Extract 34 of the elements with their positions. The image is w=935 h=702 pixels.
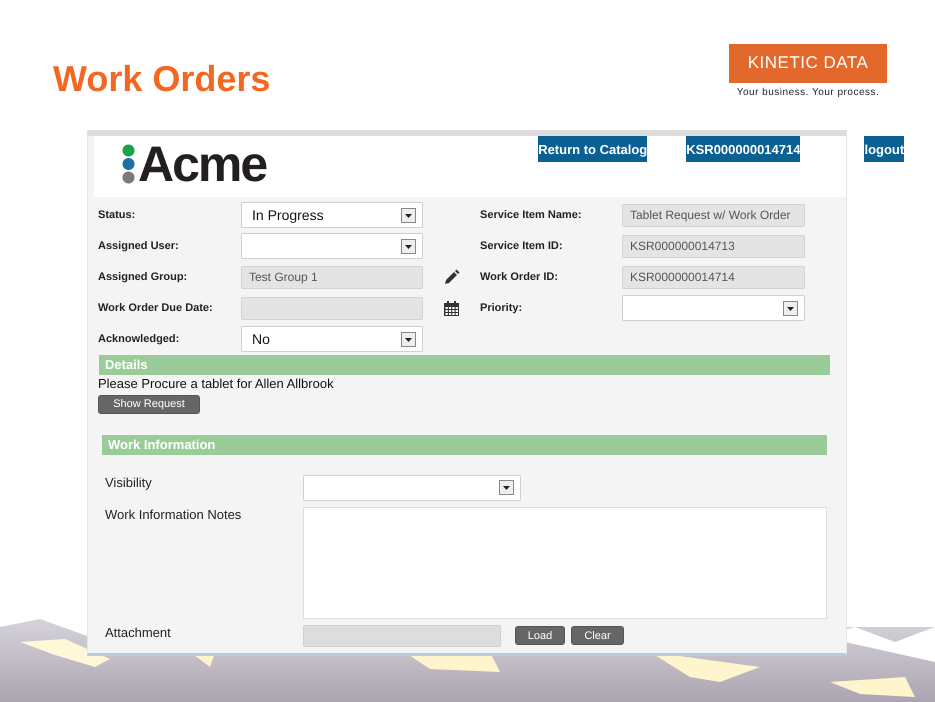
calendar-icon[interactable] — [443, 300, 460, 316]
field-label: Work Order ID: — [480, 271, 560, 283]
show-request-button[interactable]: Show Request — [98, 394, 200, 414]
field-label: Status: — [98, 209, 136, 221]
field-label: Work Information Notes — [105, 506, 242, 524]
attachment-field[interactable] — [303, 624, 501, 646]
select-field[interactable]: No — [241, 326, 423, 352]
details-text: Please Procure a tablet for Allen Allbrook — [98, 376, 335, 392]
field-label: Acknowledged: — [98, 333, 180, 345]
field-label: Assigned User: — [98, 240, 180, 252]
select-field[interactable] — [303, 474, 521, 500]
field-label: Service Item ID: — [480, 240, 564, 252]
field-label: Visibility — [105, 474, 153, 492]
pencil-icon[interactable] — [443, 268, 460, 286]
field-label: Priority: — [480, 302, 524, 314]
field-label: Service Item Name: — [480, 209, 582, 221]
attachment-button[interactable]: Load — [515, 626, 565, 645]
select-field[interactable] — [241, 233, 423, 259]
nav-button[interactable]: Return to Catalog — [538, 136, 648, 162]
logo-dots-icon — [122, 144, 135, 184]
section-header: Details — [99, 355, 830, 375]
nav-button[interactable]: KSR000000014714 — [686, 136, 800, 162]
section-header: Work Information — [102, 434, 827, 454]
field-label: Attachment — [105, 624, 172, 642]
brand-logo: KINETIC DATA — [729, 44, 887, 83]
select-field[interactable]: In Progress — [241, 202, 423, 228]
brand-tagline: Your business. Your process. — [736, 87, 880, 98]
attachment-button[interactable]: Clear — [571, 626, 624, 645]
field-label: Assigned Group: — [98, 271, 188, 283]
logo-text: Acme — [138, 142, 266, 186]
nav-button[interactable]: logout — [864, 136, 904, 162]
field-label: Work Order Due Date: — [98, 302, 214, 314]
slide-title: Work Orders — [53, 58, 270, 100]
select-field[interactable] — [622, 295, 805, 321]
